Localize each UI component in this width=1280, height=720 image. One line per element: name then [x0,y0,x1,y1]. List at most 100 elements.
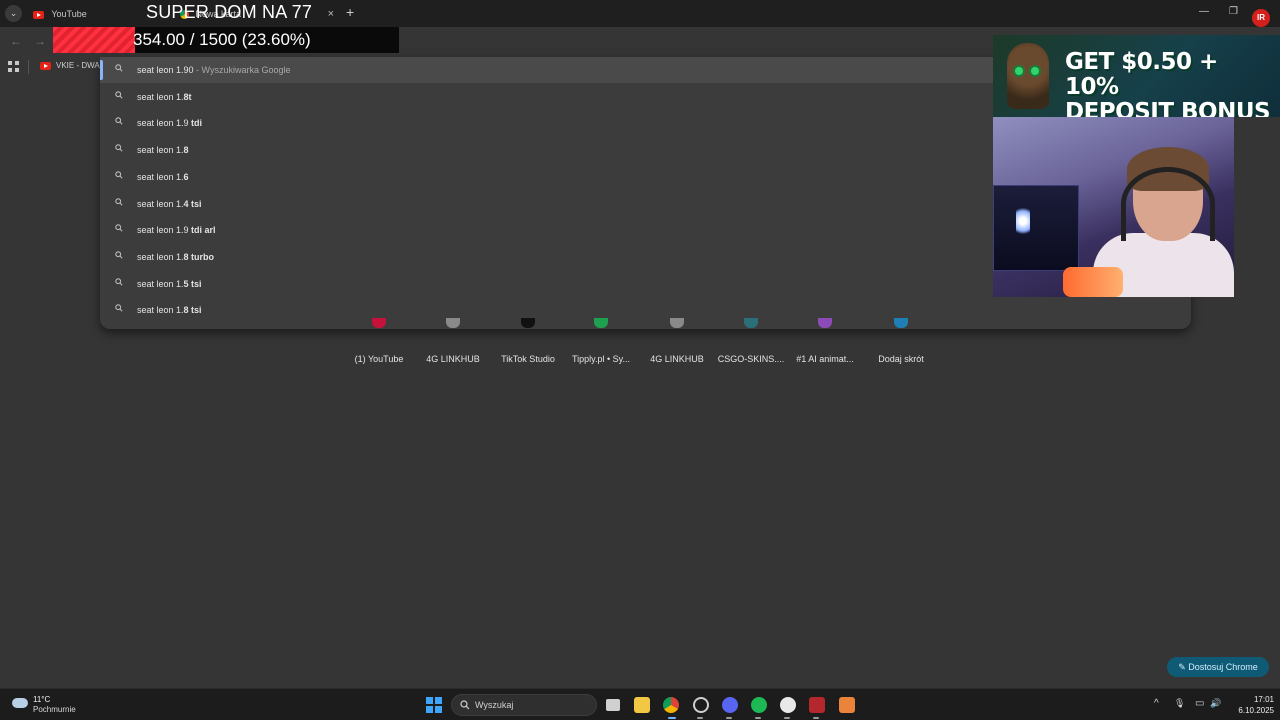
shortcut-tile[interactable]: CSGO-SKINS.... [714,318,788,364]
suggestion-completion: 8 tsi [183,305,202,316]
csgo-icon[interactable] [809,697,825,713]
shortcut-label: (1) YouTube [354,354,404,364]
shortcut-tile[interactable]: 4G LINKHUB [416,318,490,364]
steam-icon[interactable] [693,697,709,713]
search-icon [115,64,123,72]
tab-title: YouTube [51,9,87,19]
pencil-icon: ✎ [1178,662,1189,672]
suggestion-completion: tdi [191,118,203,129]
suggestion-prefix: seat leon 1. [137,278,184,289]
youtube-icon [40,61,51,70]
ad-banner: GET $0.50 + 10% DEPOSIT BONUS [993,35,1280,117]
suggestion-prefix: seat leon 1. [137,198,184,209]
network-icon[interactable]: ▭ [1195,698,1204,709]
shortcut-favicon-icon [818,318,832,328]
microphone-icon[interactable]: 🎙 [1174,698,1185,709]
tab-search-button[interactable]: ⌄ [5,5,22,22]
suggestion-text: seat leon 1.4 tsi [137,199,202,209]
windows-start-icon[interactable] [426,697,442,713]
ad-mascot-icon [1007,43,1049,109]
tray-chevron-icon[interactable]: ^ [1154,698,1159,709]
shortcut-tile[interactable]: Dodaj skrót [864,318,938,364]
suggestion-text: seat leon 1.5 tsi [137,279,202,289]
ad-text: GET $0.50 + 10% DEPOSIT BONUS [1065,50,1275,118]
shortcut-favicon-icon [372,318,386,328]
shortcut-tile[interactable]: TikTok Studio [491,318,565,364]
ad-line-2: DEPOSIT BONUS [1065,99,1271,118]
suggestion-text: seat leon 1.8 tsi [137,305,202,315]
suggestion-prefix: seat leon 1. [137,171,184,182]
suggestion-completion: tdi arl [191,225,216,236]
donation-goal-progress: 354.00 / 1500 (23.60%) [53,27,399,53]
suggestion-completion: 5 tsi [183,278,202,289]
shortcut-tile[interactable]: 4G LINKHUB [640,318,714,364]
suggestion-prefix: seat leon 1.90 [137,65,194,75]
back-arrow-icon[interactable]: ← [10,34,22,48]
apps-grid-icon[interactable] [8,61,19,72]
chrome-icon[interactable] [663,697,679,713]
progress-fill [53,27,135,53]
task-view-icon[interactable] [606,699,620,711]
new-tab-button[interactable]: + [346,4,354,20]
customize-chrome-button[interactable]: ✎ Dostosuj Chrome [1167,657,1269,677]
shortcut-favicon-icon [446,318,460,328]
suggestion-prefix: seat leon 1. [137,305,184,316]
shortcut-favicon-icon [744,318,758,328]
shortcut-label: CSGO-SKINS.... [717,354,785,364]
shortcut-favicon-icon [594,318,608,328]
shortcut-tile[interactable]: #1 AI animat... [788,318,862,364]
suggestion-hint: - Wyszukiwarka Google [193,65,291,75]
suggestion-text: seat leon 1.8 turbo [137,252,214,262]
search-icon [115,251,123,259]
shortcut-label: Dodaj skrót [878,354,924,364]
bookmark-item[interactable]: VKIE - DWA K [40,61,102,70]
suggestion-text: seat leon 1.8t [137,92,192,102]
weather-desc[interactable]: Pochmurnie [33,705,76,714]
tab-youtube[interactable]: YouTube [31,4,136,24]
restore-button[interactable]: ❐ [1229,6,1238,17]
suggestion-prefix: seat leon 1.9 [137,118,192,129]
shortcut-label: 4G LINKHUB [650,354,704,364]
suggestion-text: seat leon 1.8 [137,145,189,155]
spotify-icon[interactable] [751,697,767,713]
file-explorer-icon[interactable] [634,697,650,713]
microphone-image [1063,267,1123,297]
shortcut-label: Tipply.pl • Sy... [572,354,630,364]
suggestion-text: seat leon 1.6 [137,172,189,182]
forward-arrow-icon[interactable]: → [34,34,46,48]
discord-icon[interactable] [722,697,738,713]
search-placeholder: Wyszukaj [475,700,514,710]
progress-text: 354.00 / 1500 (23.60%) [133,30,311,49]
shortcut-label: TikTok Studio [501,354,555,364]
headset-image [1121,167,1215,241]
shortcut-tile[interactable]: Tipply.pl • Sy... [564,318,638,364]
suggestion-prefix: seat leon 1. [137,145,184,156]
app-icon[interactable] [780,697,796,713]
clock-time[interactable]: 17:01 [1244,695,1274,704]
weather-temp[interactable]: 11°C [33,695,50,704]
search-icon [460,700,470,710]
suggestion-text: seat leon 1.9 tdi [137,118,202,128]
shortcut-label: #1 AI animat... [796,354,854,364]
adobe-icon[interactable] [839,697,855,713]
chevron-down-icon: ⌄ [9,8,18,18]
search-icon [115,144,123,152]
taskbar-search[interactable]: Wyszukaj [451,694,597,716]
shortcut-tile[interactable]: (1) YouTube [342,318,416,364]
search-icon [115,171,123,179]
suggestion-completion: 8 [183,145,189,156]
clock-date[interactable]: 6.10.2025 [1232,706,1274,715]
shortcut-favicon-icon [894,318,908,328]
shortcut-label: 4G LINKHUB [426,354,480,364]
profile-avatar[interactable]: IR [1252,9,1270,27]
search-icon [115,90,123,99]
shortcut-favicon-icon [521,318,535,328]
minimize-button[interactable]: — [1199,6,1209,17]
volume-icon[interactable]: 🔊 [1210,698,1221,709]
suggestion-prefix: seat leon 1. [137,251,184,262]
suggestion-prefix: seat leon 1.9 [137,225,192,236]
close-icon[interactable]: × [328,4,334,24]
bookmark-label: VKIE - DWA K [56,61,102,70]
search-icon [115,224,123,232]
cloud-icon[interactable] [12,698,28,708]
